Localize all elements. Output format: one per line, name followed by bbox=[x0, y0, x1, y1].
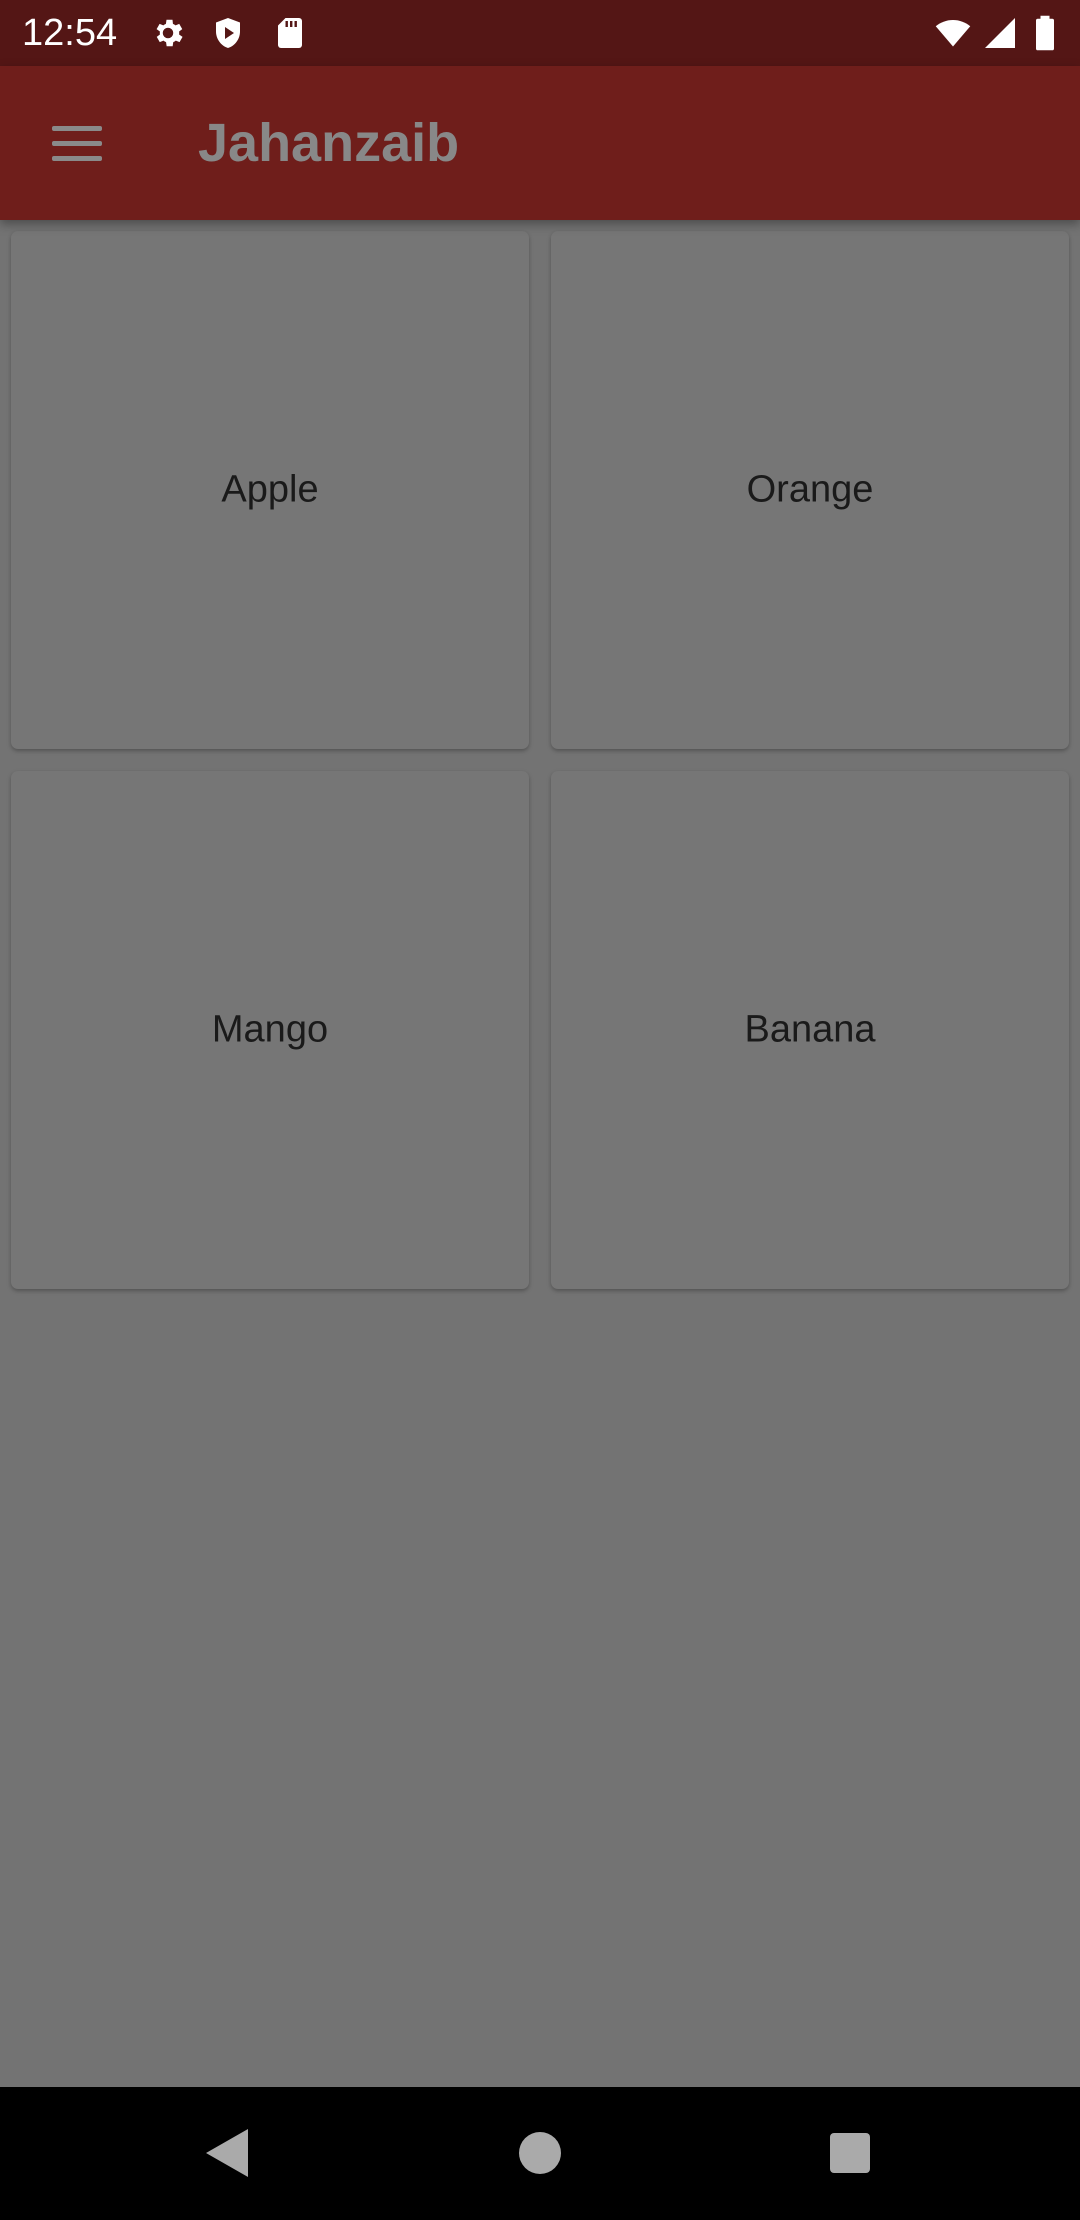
app-bar: Jahanzaib bbox=[0, 66, 1080, 220]
card-label: Mango bbox=[211, 1008, 329, 1051]
cell-signal-icon bbox=[985, 18, 1015, 48]
screen: 12:54 Jahanzaib Apple Orange Mango Banan… bbox=[0, 0, 1080, 2220]
hamburger-menu-icon[interactable] bbox=[38, 111, 116, 175]
sd-card-icon bbox=[278, 18, 302, 48]
home-icon[interactable] bbox=[500, 2113, 580, 2193]
card-mango[interactable]: Mango bbox=[11, 771, 529, 1289]
settings-icon bbox=[156, 19, 183, 47]
back-icon[interactable] bbox=[186, 2113, 266, 2193]
status-bar: 12:54 bbox=[0, 0, 1080, 66]
app-title: Jahanzaib bbox=[198, 113, 460, 173]
card-label: Orange bbox=[746, 468, 874, 511]
shield-play-icon bbox=[216, 18, 240, 48]
recents-icon[interactable] bbox=[810, 2113, 890, 2193]
battery-icon bbox=[1036, 15, 1054, 51]
card-apple[interactable]: Apple bbox=[11, 231, 529, 749]
status-time: 12:54 bbox=[22, 12, 118, 54]
card-orange[interactable]: Orange bbox=[551, 231, 1069, 749]
card-label: Apple bbox=[221, 468, 319, 511]
card-label: Banana bbox=[744, 1008, 876, 1051]
wifi-icon bbox=[935, 19, 971, 47]
card-banana[interactable]: Banana bbox=[551, 771, 1069, 1289]
navigation-bar bbox=[0, 2087, 1080, 2220]
